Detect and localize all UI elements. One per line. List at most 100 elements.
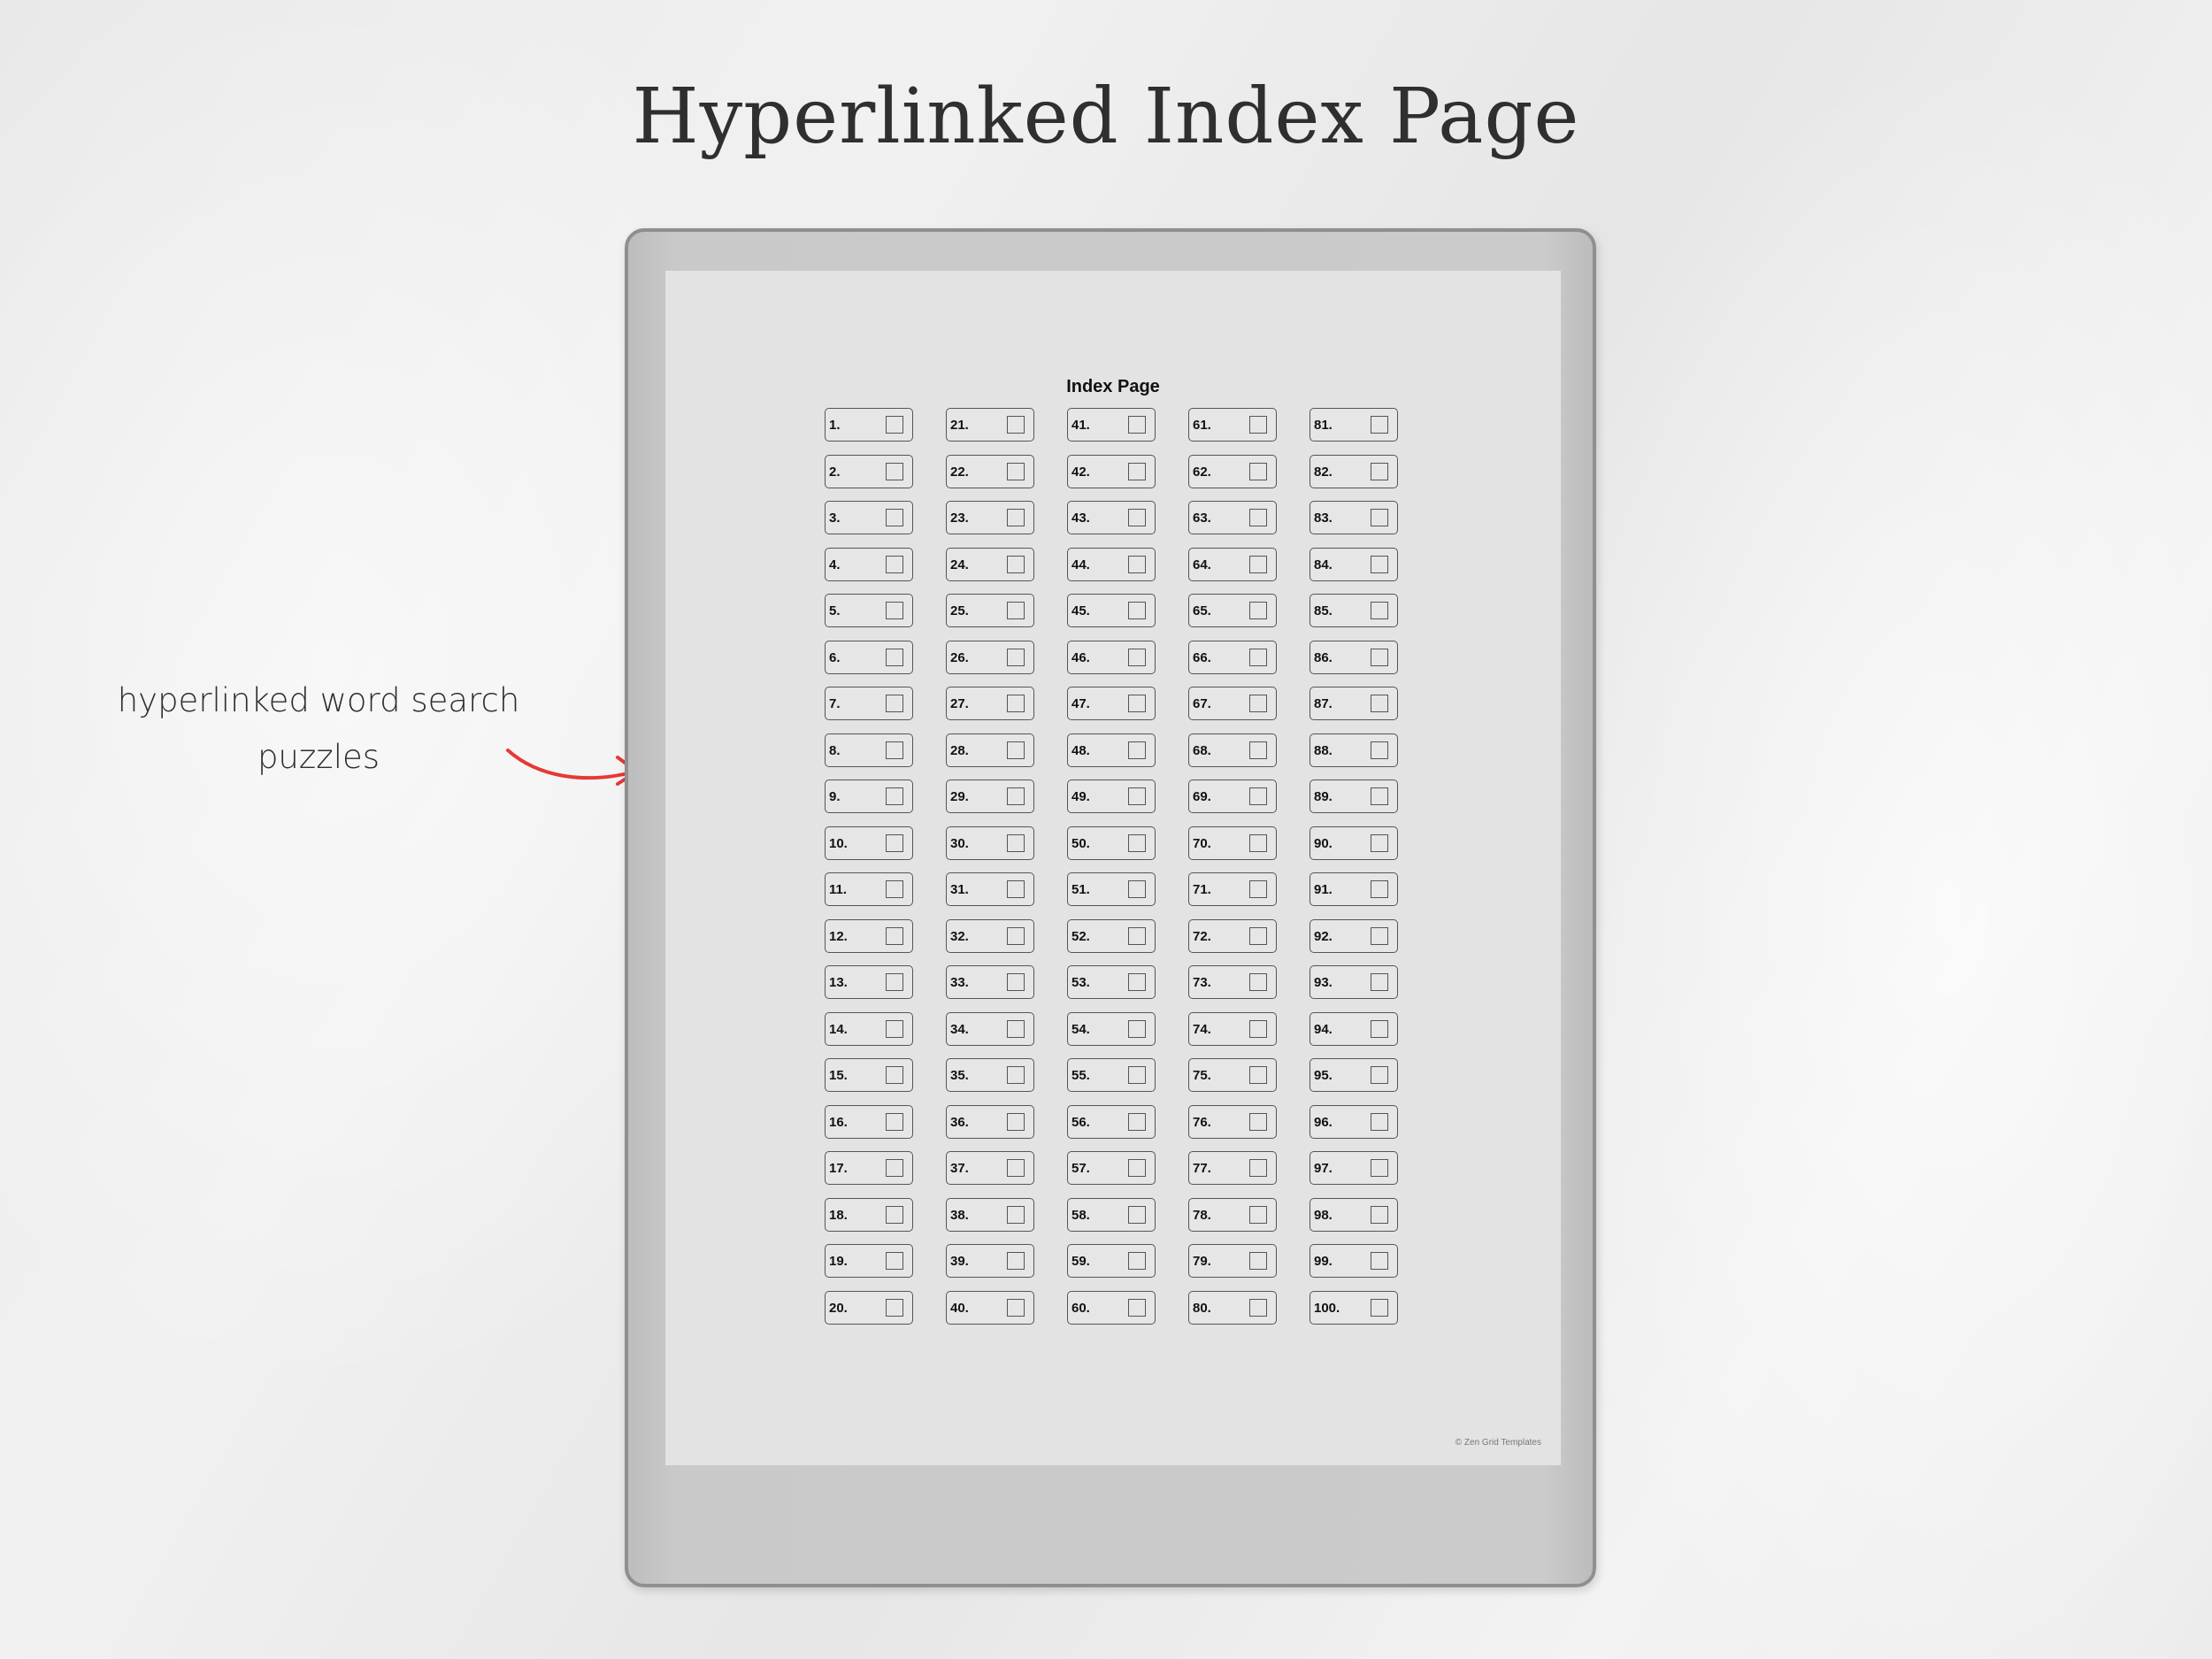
checkbox-icon[interactable] bbox=[1128, 741, 1146, 759]
checkbox-icon[interactable] bbox=[1128, 1019, 1146, 1038]
index-link-cell[interactable]: 18. bbox=[825, 1197, 913, 1232]
index-link-cell[interactable]: 88. bbox=[1310, 733, 1398, 767]
index-link-cell[interactable]: 58. bbox=[1067, 1197, 1156, 1232]
checkbox-icon[interactable] bbox=[886, 462, 903, 480]
index-link-cell[interactable]: 94. bbox=[1310, 1011, 1398, 1046]
checkbox-icon[interactable] bbox=[1007, 973, 1025, 991]
index-link-cell[interactable]: 44. bbox=[1067, 547, 1156, 581]
index-link-cell[interactable]: 16. bbox=[825, 1104, 913, 1139]
index-link-cell[interactable]: 68. bbox=[1188, 733, 1277, 767]
index-link-cell[interactable]: 82. bbox=[1310, 454, 1398, 488]
checkbox-icon[interactable] bbox=[1007, 1112, 1025, 1131]
index-link-cell[interactable]: 67. bbox=[1188, 687, 1277, 720]
checkbox-icon[interactable] bbox=[1249, 509, 1267, 526]
checkbox-icon[interactable] bbox=[886, 509, 903, 526]
index-link-cell[interactable]: 81. bbox=[1310, 408, 1398, 442]
checkbox-icon[interactable] bbox=[886, 880, 903, 898]
checkbox-icon[interactable] bbox=[1371, 648, 1388, 666]
checkbox-icon[interactable] bbox=[886, 787, 903, 805]
checkbox-icon[interactable] bbox=[1249, 926, 1267, 945]
checkbox-icon[interactable] bbox=[886, 741, 903, 759]
index-link-cell[interactable]: 39. bbox=[946, 1244, 1034, 1278]
index-link-cell[interactable]: 69. bbox=[1188, 780, 1277, 813]
checkbox-icon[interactable] bbox=[1007, 416, 1025, 434]
index-link-cell[interactable]: 100. bbox=[1310, 1290, 1398, 1325]
checkbox-icon[interactable] bbox=[1371, 555, 1388, 573]
index-link-cell[interactable]: 59. bbox=[1067, 1244, 1156, 1278]
checkbox-icon[interactable] bbox=[1007, 462, 1025, 480]
checkbox-icon[interactable] bbox=[886, 555, 903, 573]
index-link-cell[interactable]: 10. bbox=[825, 826, 913, 860]
index-link-cell[interactable]: 24. bbox=[946, 547, 1034, 581]
index-link-cell[interactable]: 9. bbox=[825, 780, 913, 813]
index-link-cell[interactable]: 79. bbox=[1188, 1244, 1277, 1278]
index-link-cell[interactable]: 72. bbox=[1188, 918, 1277, 953]
index-link-cell[interactable]: 27. bbox=[946, 687, 1034, 720]
checkbox-icon[interactable] bbox=[1128, 1112, 1146, 1131]
index-link-cell[interactable]: 25. bbox=[946, 594, 1034, 627]
checkbox-icon[interactable] bbox=[1371, 1159, 1388, 1177]
checkbox-icon[interactable] bbox=[886, 1252, 903, 1270]
index-link-cell[interactable]: 5. bbox=[825, 594, 913, 627]
checkbox-icon[interactable] bbox=[1371, 1205, 1388, 1224]
checkbox-icon[interactable] bbox=[1128, 416, 1146, 434]
checkbox-icon[interactable] bbox=[1007, 926, 1025, 945]
checkbox-icon[interactable] bbox=[1128, 787, 1146, 805]
index-link-cell[interactable]: 96. bbox=[1310, 1104, 1398, 1139]
index-link-cell[interactable]: 71. bbox=[1188, 872, 1277, 906]
checkbox-icon[interactable] bbox=[1128, 1252, 1146, 1270]
checkbox-icon[interactable] bbox=[1371, 1252, 1388, 1270]
checkbox-icon[interactable] bbox=[886, 695, 903, 712]
index-link-cell[interactable]: 19. bbox=[825, 1244, 913, 1278]
checkbox-icon[interactable] bbox=[1249, 741, 1267, 759]
index-link-cell[interactable]: 35. bbox=[946, 1058, 1034, 1092]
checkbox-icon[interactable] bbox=[1249, 602, 1267, 619]
checkbox-icon[interactable] bbox=[1371, 833, 1388, 852]
index-link-cell[interactable]: 13. bbox=[825, 965, 913, 999]
index-link-cell[interactable]: 8. bbox=[825, 733, 913, 767]
checkbox-icon[interactable] bbox=[1128, 833, 1146, 852]
index-link-cell[interactable]: 76. bbox=[1188, 1104, 1277, 1139]
checkbox-icon[interactable] bbox=[1128, 555, 1146, 573]
checkbox-icon[interactable] bbox=[886, 602, 903, 619]
index-link-cell[interactable]: 86. bbox=[1310, 640, 1398, 674]
index-link-cell[interactable]: 56. bbox=[1067, 1104, 1156, 1139]
checkbox-icon[interactable] bbox=[1249, 1252, 1267, 1270]
checkbox-icon[interactable] bbox=[1249, 787, 1267, 805]
index-link-cell[interactable]: 15. bbox=[825, 1058, 913, 1092]
checkbox-icon[interactable] bbox=[1249, 833, 1267, 852]
checkbox-icon[interactable] bbox=[1007, 787, 1025, 805]
index-link-cell[interactable]: 12. bbox=[825, 918, 913, 953]
checkbox-icon[interactable] bbox=[1007, 602, 1025, 619]
index-link-cell[interactable]: 60. bbox=[1067, 1290, 1156, 1325]
index-link-cell[interactable]: 85. bbox=[1310, 594, 1398, 627]
checkbox-icon[interactable] bbox=[886, 833, 903, 852]
index-link-cell[interactable]: 83. bbox=[1310, 501, 1398, 534]
index-link-cell[interactable]: 51. bbox=[1067, 872, 1156, 906]
checkbox-icon[interactable] bbox=[1128, 1159, 1146, 1177]
checkbox-icon[interactable] bbox=[886, 1205, 903, 1224]
index-link-cell[interactable]: 95. bbox=[1310, 1058, 1398, 1092]
index-link-cell[interactable]: 32. bbox=[946, 918, 1034, 953]
index-link-cell[interactable]: 11. bbox=[825, 872, 913, 906]
index-link-cell[interactable]: 36. bbox=[946, 1104, 1034, 1139]
index-link-cell[interactable]: 66. bbox=[1188, 640, 1277, 674]
index-link-cell[interactable]: 55. bbox=[1067, 1058, 1156, 1092]
index-link-cell[interactable]: 42. bbox=[1067, 454, 1156, 488]
checkbox-icon[interactable] bbox=[1249, 695, 1267, 712]
index-link-cell[interactable]: 54. bbox=[1067, 1011, 1156, 1046]
checkbox-icon[interactable] bbox=[1128, 973, 1146, 991]
index-link-cell[interactable]: 99. bbox=[1310, 1244, 1398, 1278]
index-link-cell[interactable]: 20. bbox=[825, 1290, 913, 1325]
checkbox-icon[interactable] bbox=[1007, 1298, 1025, 1317]
index-link-cell[interactable]: 22. bbox=[946, 454, 1034, 488]
checkbox-icon[interactable] bbox=[1128, 1205, 1146, 1224]
index-link-cell[interactable]: 7. bbox=[825, 687, 913, 720]
checkbox-icon[interactable] bbox=[1371, 509, 1388, 526]
checkbox-icon[interactable] bbox=[1249, 555, 1267, 573]
checkbox-icon[interactable] bbox=[1007, 1066, 1025, 1084]
checkbox-icon[interactable] bbox=[1371, 1298, 1388, 1317]
checkbox-icon[interactable] bbox=[1249, 1205, 1267, 1224]
checkbox-icon[interactable] bbox=[1007, 880, 1025, 898]
checkbox-icon[interactable] bbox=[1007, 695, 1025, 712]
